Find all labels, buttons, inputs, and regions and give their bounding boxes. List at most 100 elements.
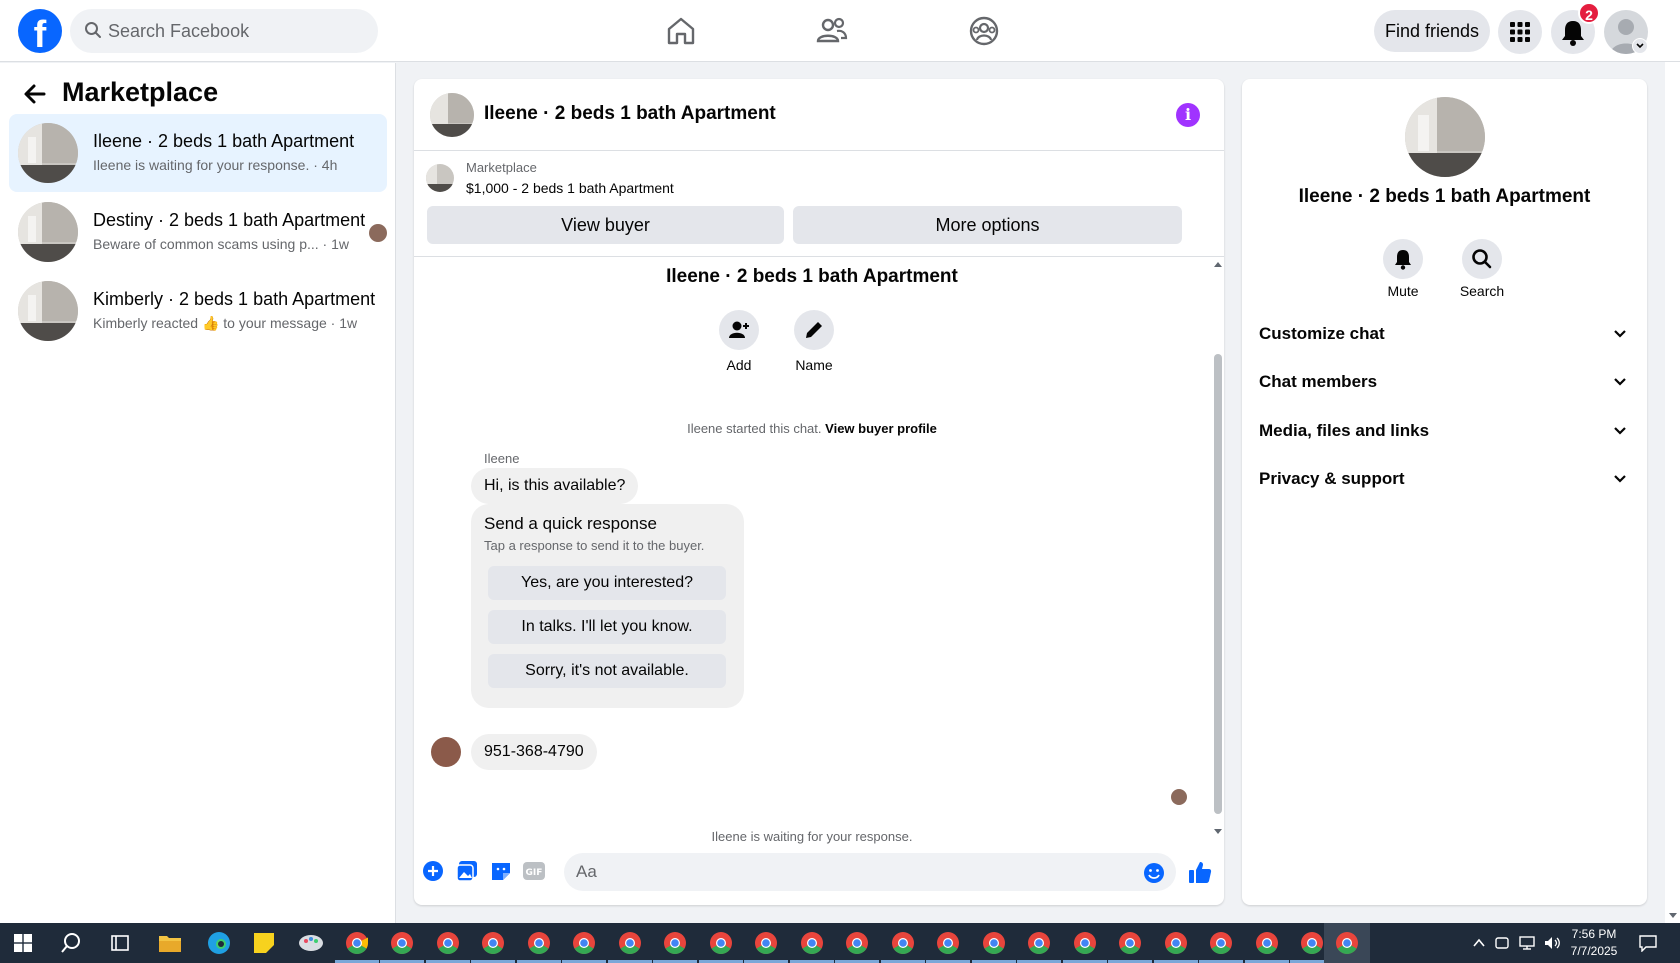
conversation-preview: Beware of common scams using p... · 1w <box>93 236 349 252</box>
search-input[interactable] <box>108 9 368 53</box>
search-in-chat-button[interactable] <box>1462 239 1502 279</box>
chrome-window-icon[interactable] <box>891 931 915 955</box>
meet-now-icon[interactable] <box>1494 935 1510 951</box>
conversation-item[interactable]: Destiny · 2 beds 1 bath Apartment Beware… <box>9 193 387 271</box>
seen-avatar <box>1171 789 1187 805</box>
message-composer: GIF <box>414 839 1224 905</box>
message-input[interactable] <box>564 853 1176 891</box>
windows-taskbar: 7:56 PM 7/7/2025 <box>0 923 1680 963</box>
account-menu-button[interactable] <box>1632 38 1648 54</box>
thumbs-up-icon[interactable] <box>1187 859 1213 885</box>
chevron-up-icon[interactable] <box>1472 937 1486 949</box>
message-bubble[interactable]: Hi, is this available? <box>471 468 639 504</box>
chrome-window-icon[interactable] <box>527 931 551 955</box>
chrome-window-icon[interactable] <box>845 931 869 955</box>
chrome-window-icon[interactable] <box>1118 931 1142 955</box>
listing-avatar <box>1405 97 1485 177</box>
preview-text: to your message · 1w <box>223 315 358 331</box>
chevron-down-icon <box>1614 427 1626 435</box>
chrome-window-icon[interactable] <box>1335 931 1359 955</box>
quick-response-option[interactable]: Yes, are you interested? <box>488 566 726 600</box>
message-bubble[interactable]: 951-368-4790 <box>471 734 597 770</box>
chrome-window-icon[interactable] <box>436 931 460 955</box>
edge-browser-icon[interactable] <box>207 931 231 955</box>
chrome-window-icon[interactable] <box>1164 931 1188 955</box>
plus-circle-icon[interactable] <box>422 860 444 882</box>
chrome-window-icon[interactable] <box>1300 931 1324 955</box>
media-files-links-section[interactable]: Media, files and links <box>1259 410 1632 452</box>
mute-button[interactable] <box>1383 239 1423 279</box>
chrome-window-icon[interactable] <box>572 931 596 955</box>
chevron-down-icon <box>1614 475 1626 483</box>
chrome-window-icon[interactable] <box>618 931 642 955</box>
file-explorer-icon[interactable] <box>158 932 182 954</box>
chrome-window-icon[interactable] <box>800 931 824 955</box>
sender-name: Ileene <box>484 451 520 466</box>
add-people-button[interactable] <box>719 310 759 350</box>
quick-response-option[interactable]: In talks. I'll let you know. <box>488 610 726 644</box>
chat-avatar[interactable] <box>430 93 474 137</box>
sticky-notes-icon[interactable] <box>252 931 276 955</box>
chrome-window-icon[interactable] <box>709 931 733 955</box>
task-view-icon[interactable] <box>110 933 130 953</box>
more-options-button[interactable]: More options <box>793 206 1182 244</box>
chat-title[interactable]: Ileene · 2 beds 1 bath Apartment <box>484 103 776 125</box>
message-scrollbar[interactable] <box>1210 258 1224 838</box>
chrome-window-icon[interactable] <box>1209 931 1233 955</box>
chrome-window-icon[interactable] <box>481 931 505 955</box>
privacy-support-section[interactable]: Privacy & support <box>1259 458 1632 500</box>
notification-center-icon[interactable] <box>1638 934 1658 952</box>
search-icon <box>1472 249 1492 269</box>
menu-button[interactable] <box>1498 10 1542 54</box>
customize-chat-section[interactable]: Customize chat <box>1259 313 1632 355</box>
find-friends-button[interactable]: Find friends <box>1374 10 1490 52</box>
edit-name-button[interactable] <box>794 310 834 350</box>
home-icon[interactable] <box>664 14 698 48</box>
chat-header: Ileene · 2 beds 1 bath Apartment i <box>414 79 1224 151</box>
quick-response-title: Send a quick response <box>484 514 657 533</box>
sticker-icon[interactable] <box>490 860 512 882</box>
emoji-icon[interactable] <box>1143 862 1165 884</box>
listing-category: Marketplace <box>466 160 537 175</box>
back-arrow-icon[interactable] <box>22 81 48 107</box>
scrollbar-thumb[interactable] <box>1214 354 1222 814</box>
chrome-window-icon[interactable] <box>1073 931 1097 955</box>
scroll-down-arrow-icon[interactable] <box>1668 912 1678 920</box>
chat-members-section[interactable]: Chat members <box>1259 361 1632 403</box>
chrome-window-icon[interactable] <box>1027 931 1051 955</box>
chrome-window-icon[interactable] <box>345 931 369 955</box>
taskbar-search-icon[interactable] <box>60 932 82 954</box>
scroll-down-arrow-icon[interactable] <box>1213 828 1223 836</box>
friends-icon[interactable] <box>815 14 849 48</box>
view-buyer-profile-link[interactable]: View buyer profile <box>825 421 937 436</box>
chrome-window-icon[interactable] <box>663 931 687 955</box>
photo-icon[interactable] <box>456 860 478 882</box>
info-icon[interactable]: i <box>1176 103 1200 127</box>
clock-date[interactable]: 7/7/2025 <box>1559 944 1629 958</box>
chrome-window-icon[interactable] <box>390 931 414 955</box>
scroll-up-arrow-icon[interactable] <box>1213 260 1223 268</box>
groups-icon[interactable] <box>967 14 1001 48</box>
page-scrollbar[interactable] <box>1665 62 1680 924</box>
network-icon[interactable] <box>1518 935 1536 951</box>
conversation-item[interactable]: Ileene · 2 beds 1 bath Apartment Ileene … <box>9 114 387 192</box>
search-box[interactable] <box>70 9 378 53</box>
chrome-window-icon[interactable] <box>936 931 960 955</box>
paint-app-icon[interactable] <box>298 931 324 955</box>
gif-icon[interactable]: GIF <box>522 860 546 882</box>
details-title: Ileene · 2 beds 1 bath Apartment <box>1298 186 1591 207</box>
conversation-item[interactable]: Kimberly · 2 beds 1 bath Apartment Kimbe… <box>9 272 387 350</box>
message-list[interactable]: Ileene · 2 beds 1 bath Apartment Add Nam… <box>414 258 1224 844</box>
chrome-window-icon[interactable] <box>982 931 1006 955</box>
grid-menu-icon <box>1510 22 1530 42</box>
quick-response-option[interactable]: Sorry, it's not available. <box>488 654 726 688</box>
chrome-window-icon[interactable] <box>754 931 778 955</box>
add-label: Add <box>726 357 752 373</box>
windows-start-icon[interactable] <box>14 934 32 952</box>
facebook-logo-icon[interactable]: f <box>18 9 62 53</box>
chrome-window-icon[interactable] <box>1255 931 1279 955</box>
view-buyer-button[interactable]: View buyer <box>427 206 784 244</box>
clock-time[interactable]: 7:56 PM <box>1559 927 1629 941</box>
section-label: Chat members <box>1259 372 1378 391</box>
listing-price[interactable]: $1,000 - 2 beds 1 bath Apartment <box>466 180 674 196</box>
